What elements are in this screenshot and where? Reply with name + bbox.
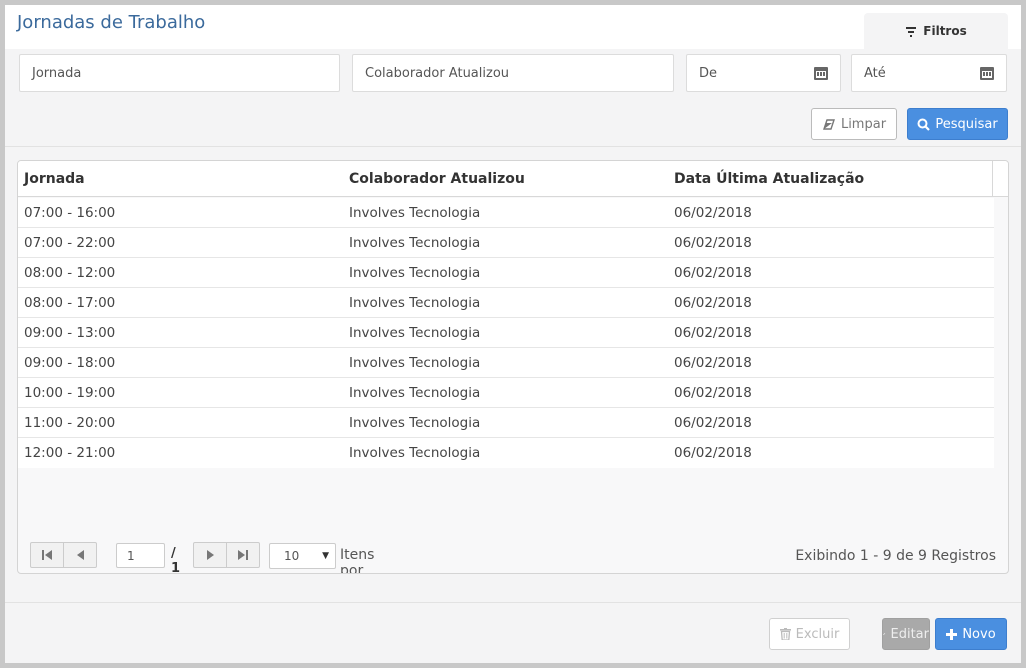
novo-label: Novo <box>962 626 996 642</box>
cell-colaborador: Involves Tecnologia <box>349 445 481 461</box>
page-number-input[interactable]: 1 <box>116 543 165 568</box>
app-window: Jornadas de Trabalho Filtros Jornada Col… <box>0 0 1026 668</box>
results-table: Jornada Colaborador Atualizou Data Últim… <box>17 160 1009 574</box>
pesquisar-button[interactable]: Pesquisar <box>907 108 1008 140</box>
first-page-button[interactable] <box>30 542 64 568</box>
cell-data: 06/02/2018 <box>674 265 752 281</box>
colaborador-filter-input[interactable]: Colaborador Atualizou <box>352 54 674 92</box>
table-row[interactable]: 12:00 - 21:00 Involves Tecnologia 06/02/20… <box>18 438 994 468</box>
records-count: Exibindo 1 - 9 de 9 Registros <box>795 548 996 564</box>
divider <box>5 146 1021 147</box>
filter-icon <box>905 26 917 37</box>
excluir-label: Excluir <box>795 626 840 642</box>
page-total: / 1 <box>171 546 181 574</box>
column-header-colaborador[interactable]: Colaborador Atualizou <box>349 171 525 187</box>
cell-colaborador: Involves Tecnologia <box>349 355 481 371</box>
date-from-placeholder: De <box>699 65 718 81</box>
cell-jornada: 08:00 - 17:00 <box>24 295 116 311</box>
prev-page-button[interactable] <box>63 542 97 568</box>
cell-colaborador: Involves Tecnologia <box>349 325 481 341</box>
table-body: 07:00 - 16:00 Involves Tecnologia 06/02/20… <box>18 198 994 468</box>
first-page-icon <box>42 550 52 560</box>
calendar-icon[interactable] <box>814 67 828 80</box>
page-header: Jornadas de Trabalho Filtros <box>5 5 1021 49</box>
date-to-placeholder: Até <box>864 65 886 81</box>
limpar-label: Limpar <box>840 116 887 132</box>
scrollbar-gutter <box>992 161 993 197</box>
search-icon <box>917 118 931 131</box>
table-header: Jornada Colaborador Atualizou Data Últim… <box>18 161 1008 197</box>
last-page-button[interactable] <box>226 542 260 568</box>
table-row[interactable]: 07:00 - 22:00 Involves Tecnologia 06/02/20… <box>18 228 994 258</box>
next-page-button[interactable] <box>193 542 227 568</box>
jornada-filter-input[interactable]: Jornada <box>19 54 340 92</box>
date-to-input[interactable]: Até <box>851 54 1007 92</box>
cell-jornada: 10:00 - 19:00 <box>24 385 116 401</box>
table-row[interactable]: 10:00 - 19:00 Involves Tecnologia 06/02/20… <box>18 378 994 408</box>
divider <box>5 602 1021 603</box>
page-title: Jornadas de Trabalho <box>17 12 206 33</box>
column-header-data[interactable]: Data Última Atualização <box>674 171 864 187</box>
table-row[interactable]: 07:00 - 16:00 Involves Tecnologia 06/02/20… <box>18 198 994 228</box>
pencil-icon <box>883 633 886 636</box>
cell-colaborador: Involves Tecnologia <box>349 205 481 221</box>
date-from-input[interactable]: De <box>686 54 841 92</box>
pesquisar-label: Pesquisar <box>935 116 998 132</box>
cell-colaborador: Involves Tecnologia <box>349 295 481 311</box>
plus-icon <box>946 628 958 640</box>
cell-jornada: 09:00 - 18:00 <box>24 355 116 371</box>
eraser-icon <box>822 118 835 130</box>
editar-button[interactable]: Editar <box>882 618 930 650</box>
filters-tab-label: Filtros <box>923 24 967 38</box>
cell-jornada: 07:00 - 16:00 <box>24 205 116 221</box>
column-header-jornada[interactable]: Jornada <box>24 171 85 187</box>
cell-jornada: 11:00 - 20:00 <box>24 415 116 431</box>
cell-jornada: 12:00 - 21:00 <box>24 445 116 461</box>
cell-data: 06/02/2018 <box>674 355 752 371</box>
table-row[interactable]: 09:00 - 13:00 Involves Tecnologia 06/02/20… <box>18 318 994 348</box>
table-row[interactable]: 11:00 - 20:00 Involves Tecnologia 06/02/20… <box>18 408 994 438</box>
cell-colaborador: Involves Tecnologia <box>349 265 481 281</box>
prev-icon <box>76 550 84 560</box>
table-row[interactable]: 09:00 - 18:00 Involves Tecnologia 06/02/20… <box>18 348 994 378</box>
filters-tab[interactable]: Filtros <box>864 13 1008 49</box>
cell-data: 06/02/2018 <box>674 235 752 251</box>
last-page-icon <box>238 550 248 560</box>
items-per-page-value: 10 <box>284 549 300 563</box>
next-icon <box>206 550 214 560</box>
editar-label: Editar <box>890 626 930 642</box>
items-per-page-label: Itens por página <box>340 547 375 574</box>
table-row[interactable]: 08:00 - 12:00 Involves Tecnologia 06/02/20… <box>18 258 994 288</box>
cell-data: 06/02/2018 <box>674 415 752 431</box>
excluir-button[interactable]: Excluir <box>769 618 850 650</box>
cell-data: 06/02/2018 <box>674 325 752 341</box>
limpar-button[interactable]: Limpar <box>811 108 897 140</box>
cell-data: 06/02/2018 <box>674 205 752 221</box>
cell-data: 06/02/2018 <box>674 445 752 461</box>
cell-data: 06/02/2018 <box>674 295 752 311</box>
cell-data: 06/02/2018 <box>674 385 752 401</box>
cell-jornada: 08:00 - 12:00 <box>24 265 116 281</box>
cell-colaborador: Involves Tecnologia <box>349 385 481 401</box>
calendar-icon[interactable] <box>980 67 994 80</box>
novo-button[interactable]: Novo <box>935 618 1007 650</box>
table-row[interactable]: 08:00 - 17:00 Involves Tecnologia 06/02/20… <box>18 288 994 318</box>
trash-icon <box>779 628 791 640</box>
chevron-down-icon: ▼ <box>322 551 329 561</box>
cell-colaborador: Involves Tecnologia <box>349 415 481 431</box>
cell-jornada: 09:00 - 13:00 <box>24 325 116 341</box>
cell-jornada: 07:00 - 22:00 <box>24 235 116 251</box>
items-per-page-select[interactable]: 10 ▼ <box>269 543 336 569</box>
cell-colaborador: Involves Tecnologia <box>349 235 481 251</box>
